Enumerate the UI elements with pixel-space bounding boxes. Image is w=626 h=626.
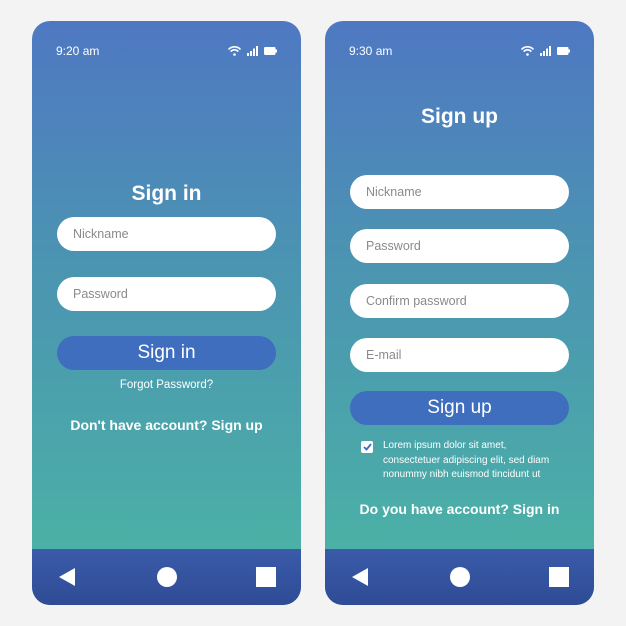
signup-button[interactable]: Sign up [350,391,569,425]
home-icon [156,567,177,587]
home-button[interactable] [156,567,177,587]
home-icon [449,567,470,587]
signup-screen: 9:30 am Sign up Nickname Password Confir… [325,21,594,605]
terms-text: Lorem ipsum dolor sit amet, consectetuer… [383,440,550,480]
signin-button[interactable]: Sign in [57,336,276,370]
status-bar: 9:30 am [349,43,570,59]
wifi-icon [228,46,241,56]
back-icon [59,568,75,586]
password-input[interactable]: Password [57,277,276,311]
recents-icon [256,567,276,587]
status-icons [228,46,277,56]
terms-agreement: Lorem ipsum dolor sit amet, consectetuer… [361,439,561,483]
nickname-input[interactable]: Nickname [350,175,569,209]
signal-icon [540,46,551,56]
email-input[interactable]: E-mail [350,338,569,372]
forgot-password-link[interactable]: Forgot Password? [32,379,301,391]
signin-title: Sign in [131,182,202,205]
back-button[interactable] [57,567,77,587]
status-time: 9:20 am [56,44,100,58]
signal-icon [247,46,258,56]
battery-icon [264,47,277,55]
home-button[interactable] [449,567,470,587]
recents-button[interactable] [256,567,276,587]
navigation-bar [325,549,594,605]
signin-link[interactable]: Do you have account? Sign in [325,501,594,517]
password-input[interactable]: Password [350,229,569,263]
navigation-bar [32,549,301,605]
signin-screen: 9:20 am Sign in Nickname Password Sign i… [32,21,301,605]
status-bar: 9:20 am [56,43,277,59]
nickname-input[interactable]: Nickname [57,217,276,251]
recents-button[interactable] [549,567,569,587]
status-time: 9:30 am [349,44,393,58]
checkmark-icon [362,443,372,451]
back-icon [352,568,368,586]
signup-link[interactable]: Don't have account? Sign up [32,417,301,433]
signup-title: Sign up [421,105,498,128]
confirm-password-input[interactable]: Confirm password [350,284,569,318]
status-icons [521,46,570,56]
battery-icon [557,47,570,55]
terms-checkbox[interactable] [361,441,373,453]
back-button[interactable] [350,567,370,587]
wifi-icon [521,46,534,56]
recents-icon [549,567,569,587]
